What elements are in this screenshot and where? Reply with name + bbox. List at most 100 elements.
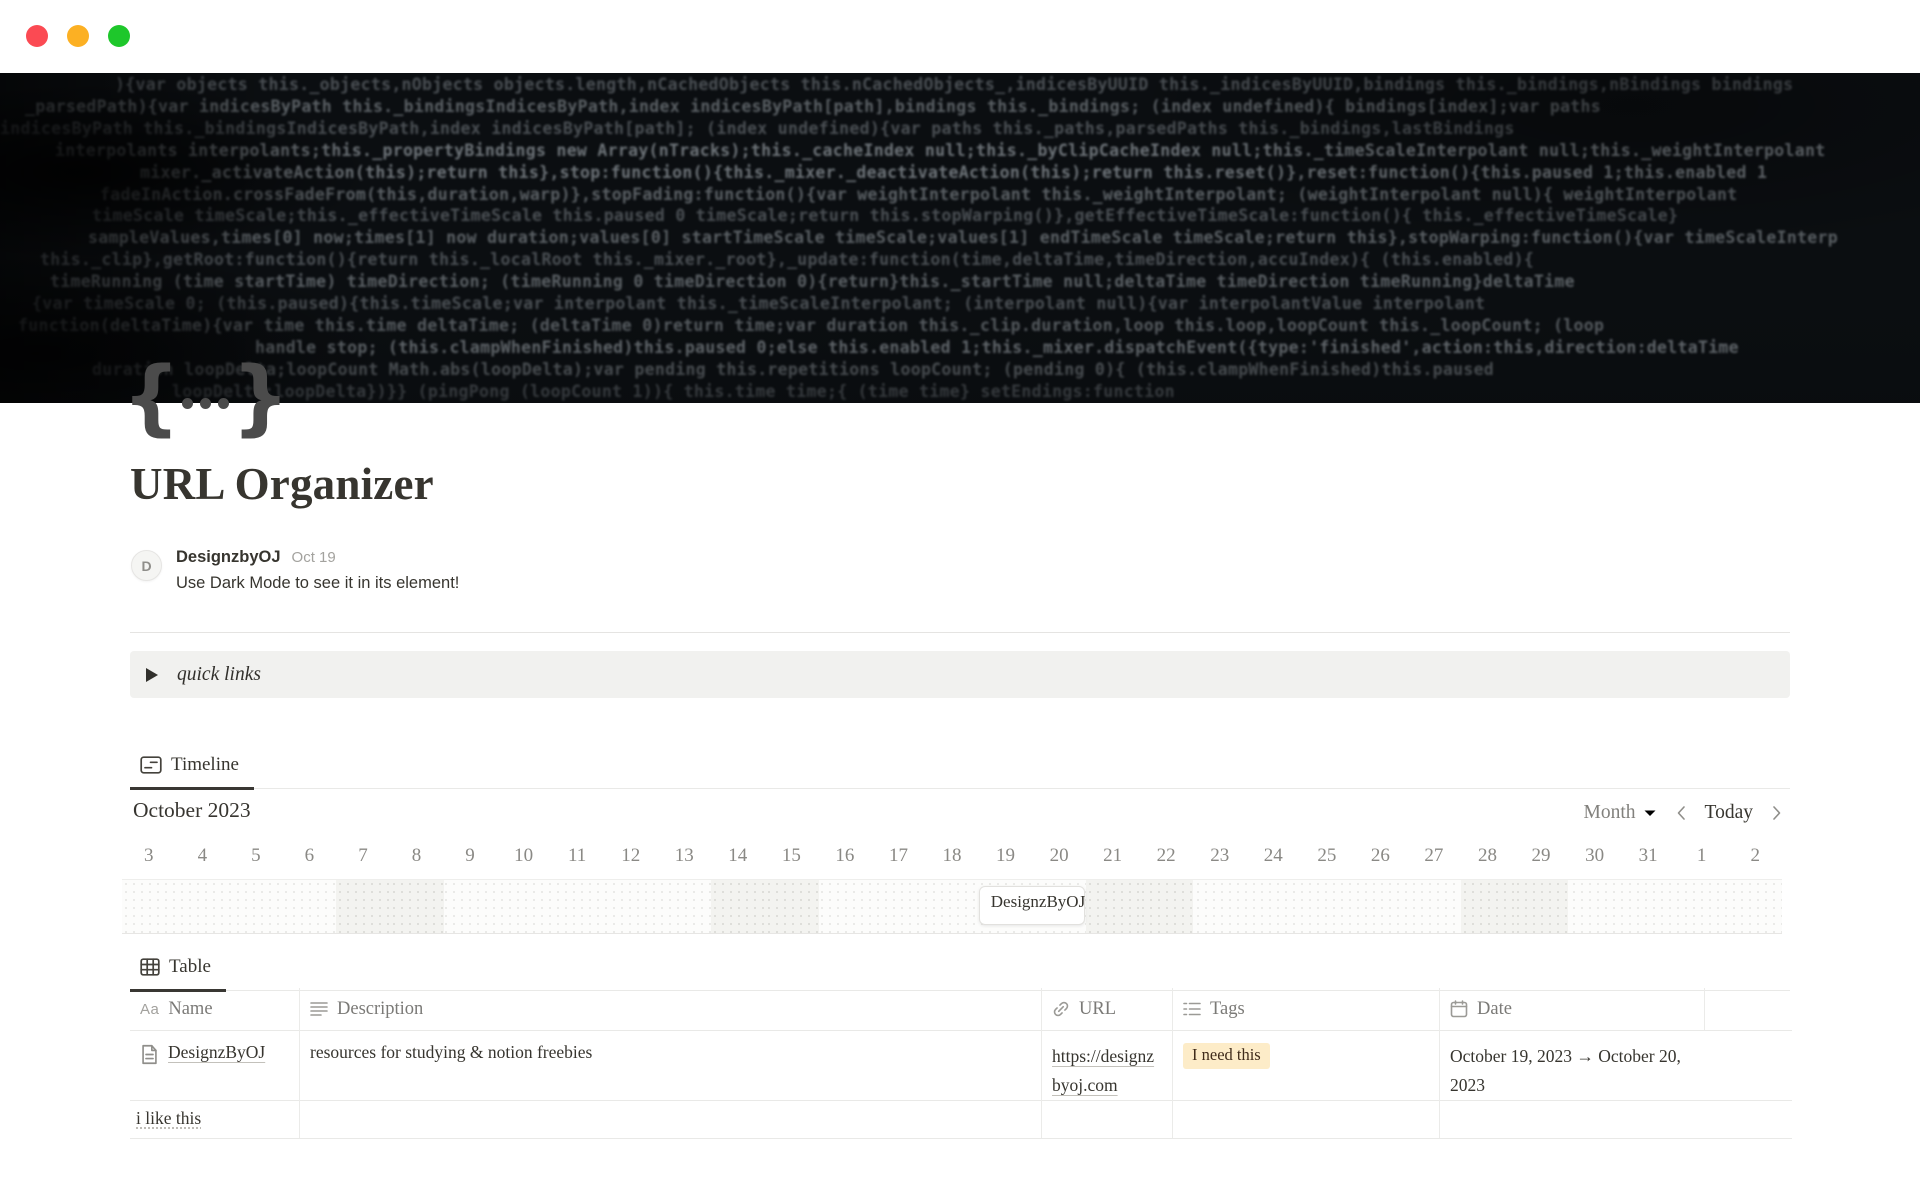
timeline-date-label: 9 xyxy=(443,840,497,872)
weekend-shade-band xyxy=(1086,880,1140,933)
url-link[interactable]: https://designzbyoj.com xyxy=(1052,1046,1154,1095)
comment-date: Oct 19 xyxy=(292,549,336,566)
cell-tags[interactable]: I need this xyxy=(1173,1030,1440,1100)
brace-right-glyph: } xyxy=(231,352,289,444)
page-link[interactable]: i like this xyxy=(136,1108,201,1128)
weekend-shade-band xyxy=(765,880,819,933)
column-header-url[interactable]: URL xyxy=(1042,988,1173,1030)
timeline-view-tabbar: Timeline xyxy=(130,742,1790,789)
timeline-date-label: 2 xyxy=(1728,840,1782,872)
banner-code-line: this._clip},getRoot:function(){return th… xyxy=(0,249,1920,271)
avatar: D xyxy=(131,550,162,581)
timeline-date-label: 10 xyxy=(497,840,551,872)
timeline-date-label: 28 xyxy=(1461,840,1515,872)
cell-url[interactable]: https://designzbyoj.com xyxy=(1042,1030,1173,1100)
toggle-label: quick links xyxy=(177,664,261,686)
minimize-window-icon[interactable] xyxy=(67,25,89,47)
banner-code-line: sampleValues,times[0] now;times[1] now d… xyxy=(0,227,1920,249)
table-header-row: Aa Name Description URL Tags xyxy=(130,988,1792,1031)
column-label: Name xyxy=(168,999,212,1020)
quick-links-toggle[interactable]: quick links xyxy=(130,651,1790,698)
page-icon[interactable]: { } xyxy=(122,352,290,444)
previous-month-button[interactable] xyxy=(1676,805,1686,821)
tab-timeline-label: Timeline xyxy=(171,754,239,776)
banner-code-line: fadeInAction.crossFadeFrom(this,duration… xyxy=(0,184,1920,206)
timeline-right-controls: Month Today xyxy=(1584,802,1782,824)
timeline-body[interactable]: DesignzByOJ xyxy=(122,879,1782,934)
dots-glyph xyxy=(182,398,229,409)
timeline-date-label: 31 xyxy=(1621,840,1675,872)
column-header-date[interactable]: Date xyxy=(1440,988,1705,1030)
cell-date[interactable]: October 19, 2023 → October 20, 2023 xyxy=(1440,1030,1705,1100)
banner-code-line: indicesByPath this._bindingsIndicesByPat… xyxy=(0,118,1920,140)
cell-description[interactable]: resources for studying & notion freebies xyxy=(300,1030,1042,1100)
comment-author: DesignzbyOJ xyxy=(176,548,281,567)
banner-code-line: timeRunning (time startTime) timeDirecti… xyxy=(0,271,1920,293)
page-icon-small xyxy=(140,1044,159,1065)
timeline-item-card[interactable]: DesignzByOJ xyxy=(979,886,1085,925)
table-view-tabbar: Table xyxy=(130,944,1790,991)
timeline-view-icon xyxy=(140,756,162,774)
timeline-date-label: 15 xyxy=(765,840,819,872)
weekend-shade-band xyxy=(1461,880,1515,933)
timeline-zoom-select[interactable]: Month xyxy=(1584,802,1657,824)
zoom-window-icon[interactable] xyxy=(108,25,130,47)
weekend-shade-band xyxy=(390,880,444,933)
column-label: URL xyxy=(1079,999,1116,1020)
tab-timeline[interactable]: Timeline xyxy=(130,742,254,790)
cell-date[interactable] xyxy=(1440,1100,1705,1138)
cell-name[interactable]: i like this xyxy=(130,1100,300,1138)
next-month-button[interactable] xyxy=(1772,805,1782,821)
column-header-tags[interactable]: Tags xyxy=(1173,988,1440,1030)
timeline-date-label: 11 xyxy=(550,840,604,872)
cell-spacer xyxy=(1705,1100,1792,1138)
weekend-shade-band xyxy=(1139,880,1193,933)
cell-description[interactable] xyxy=(300,1100,1042,1138)
timeline-month-label: October 2023 xyxy=(133,798,251,823)
close-window-icon[interactable] xyxy=(26,25,48,47)
banner-code-line: timeScale timeScale;this._effectiveTimeS… xyxy=(0,205,1920,227)
banner-code-line: ){var objects this._objects,nObjects obj… xyxy=(0,74,1920,96)
description-lines-icon xyxy=(310,1001,328,1017)
brace-left-glyph: { xyxy=(122,352,180,444)
timeline-date-label: 29 xyxy=(1514,840,1568,872)
description-text: resources for studying & notion freebies xyxy=(310,1042,592,1062)
comment-block: D DesignzbyOJ Oct 19 Use Dark Mode to se… xyxy=(131,548,459,593)
cell-tags[interactable] xyxy=(1173,1100,1440,1138)
banner-code-line: mixer._activateAction(this);return this}… xyxy=(0,162,1920,184)
comment-header: DesignzbyOJ Oct 19 xyxy=(176,548,459,567)
weekend-shade-band xyxy=(336,880,390,933)
cell-name[interactable]: DesignzByOJ xyxy=(130,1030,300,1100)
timeline-date-label: 3 xyxy=(122,840,176,872)
timeline-item-title: DesignzByOJ xyxy=(991,892,1085,912)
timeline-date-label: 25 xyxy=(1300,840,1354,872)
comment-body: DesignzbyOJ Oct 19 Use Dark Mode to see … xyxy=(176,548,459,593)
cell-url[interactable] xyxy=(1042,1100,1173,1138)
chevron-right-icon xyxy=(1772,805,1782,821)
table-row: DesignzByOJ resources for studying & not… xyxy=(130,1030,1792,1101)
timeline-date-label: 12 xyxy=(604,840,658,872)
tab-table[interactable]: Table xyxy=(130,944,226,992)
timeline-date-label: 7 xyxy=(336,840,390,872)
timeline-date-label: 22 xyxy=(1139,840,1193,872)
timeline-date-label: 13 xyxy=(657,840,711,872)
column-header-description[interactable]: Description xyxy=(300,988,1042,1030)
column-label: Date xyxy=(1477,999,1512,1020)
window-titlebar xyxy=(0,0,1920,73)
notion-app-window: { "window": { "traffic_light_colors": {"… xyxy=(0,0,1920,1200)
today-button[interactable]: Today xyxy=(1705,802,1753,824)
timeline-date-label: 30 xyxy=(1568,840,1622,872)
comment-text[interactable]: Use Dark Mode to see it in its element! xyxy=(176,574,459,593)
page-link[interactable]: DesignzByOJ xyxy=(168,1042,265,1063)
timeline-controls: October 2023 Month Today xyxy=(130,796,1790,836)
timeline-date-label: 6 xyxy=(283,840,337,872)
toggle-triangle-icon[interactable] xyxy=(146,668,158,682)
column-header-name[interactable]: Aa Name xyxy=(130,988,300,1030)
page-title[interactable]: URL Organizer xyxy=(130,458,434,510)
table-header-spacer xyxy=(1705,988,1792,1030)
chevron-down-icon xyxy=(1643,809,1657,818)
column-label: Description xyxy=(337,999,423,1020)
tag-pill[interactable]: I need this xyxy=(1183,1043,1270,1069)
column-label: Tags xyxy=(1210,999,1245,1020)
timeline-date-label: 18 xyxy=(925,840,979,872)
